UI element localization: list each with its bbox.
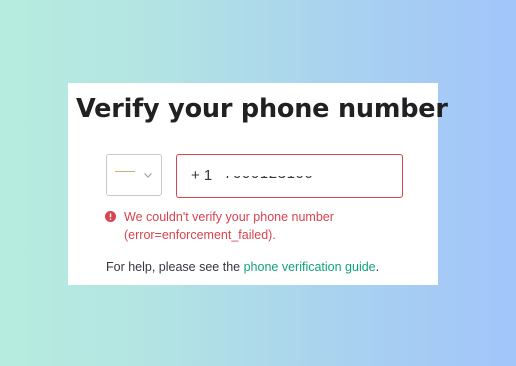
help-text: For help, please see the phone verificat… <box>106 258 379 276</box>
chevron-down-icon <box>144 173 152 178</box>
error-line-2: (error=enforcement_failed). <box>124 228 276 242</box>
phone-verification-guide-link[interactable]: phone verification guide <box>244 260 376 274</box>
country-flag <box>115 171 135 172</box>
dial-code: + 1 <box>191 167 213 184</box>
error-line-1: We couldn't verify your phone number <box>124 210 334 224</box>
phone-number-value: 7000123100 <box>224 165 314 182</box>
phone-number-input[interactable]: + 1 7000123100 <box>176 154 403 198</box>
page-title: Verify your phone number <box>76 94 448 124</box>
verification-card: Verify your phone number + 1 7000123100 … <box>68 83 448 285</box>
country-select[interactable] <box>106 154 162 196</box>
error-icon <box>105 211 116 222</box>
help-suffix: . <box>375 260 380 274</box>
error-text: We couldn't verify your phone number (er… <box>124 208 394 244</box>
help-prefix: For help, please see the <box>106 260 244 274</box>
